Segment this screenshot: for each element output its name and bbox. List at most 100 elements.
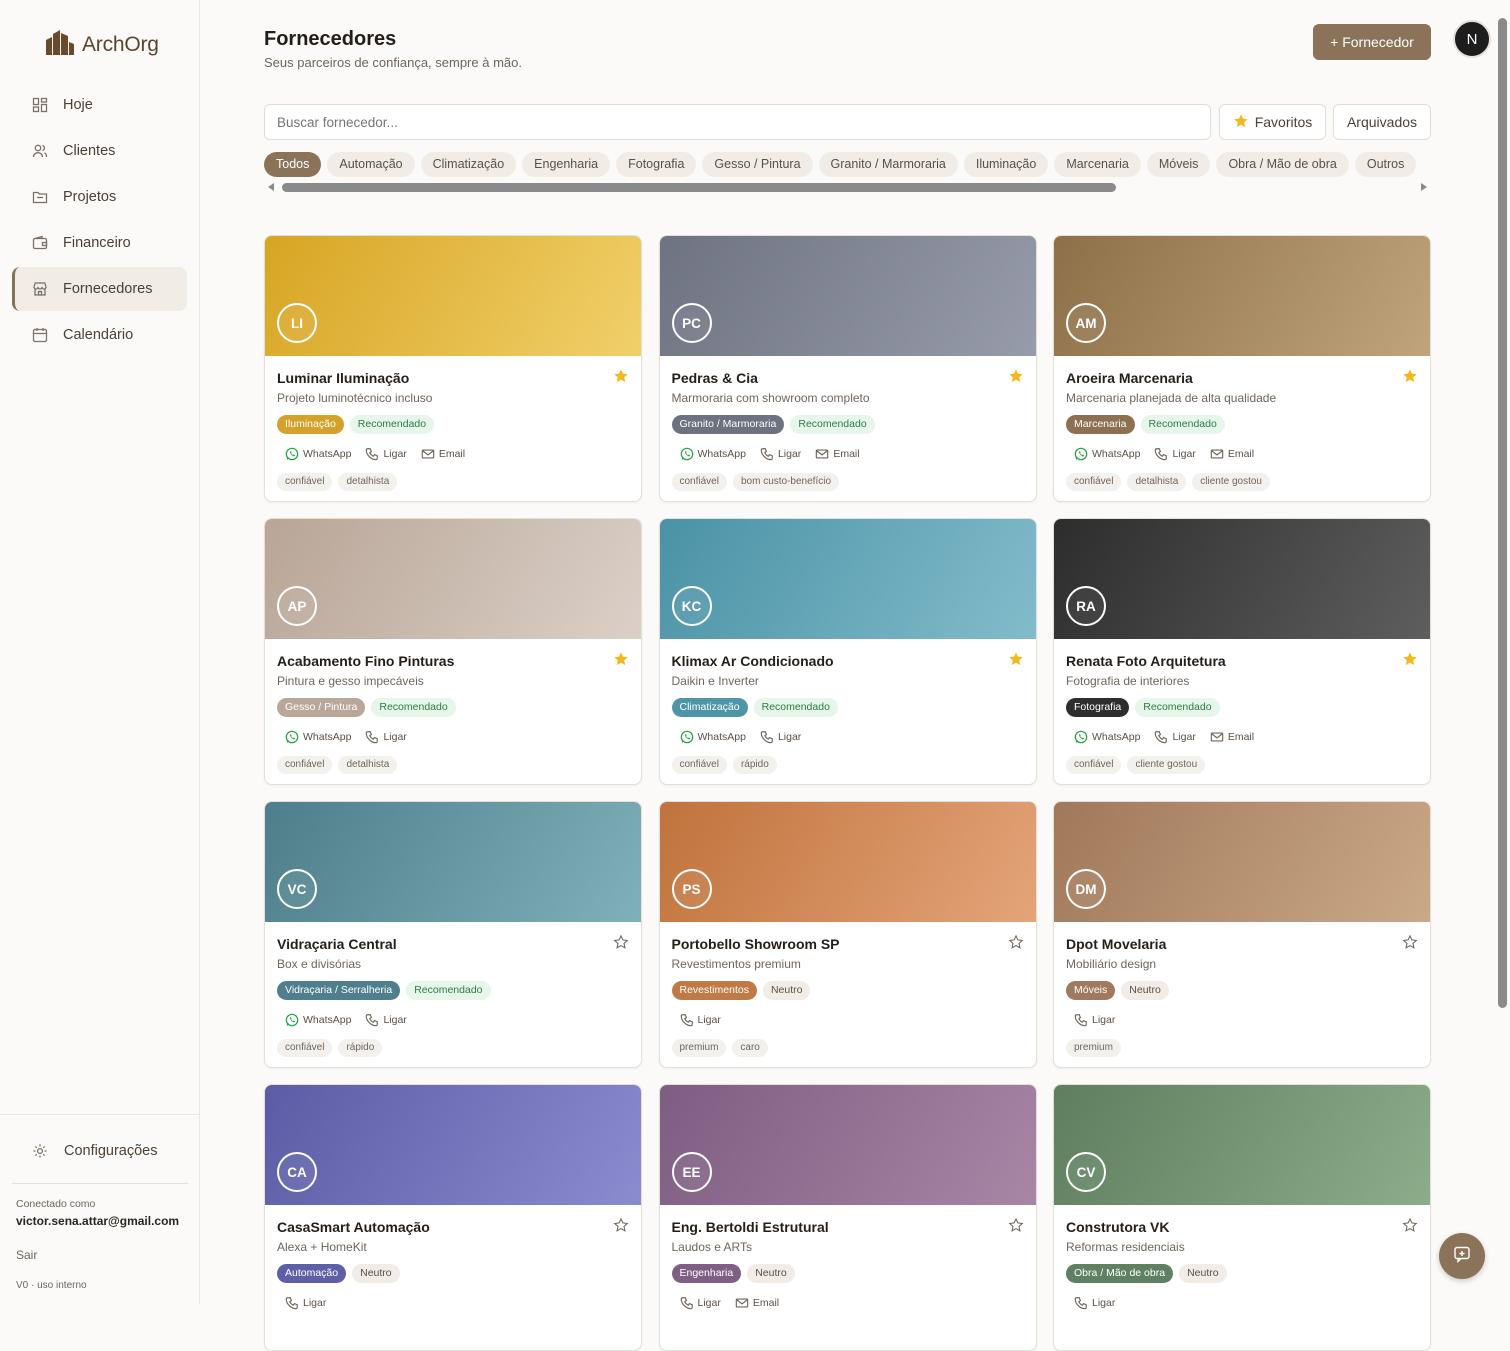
whatsapp-contact-button[interactable]: WhatsApp — [680, 445, 746, 463]
call-contact-button[interactable]: Ligar — [285, 1294, 326, 1312]
call-contact-button[interactable]: Ligar — [365, 1011, 407, 1029]
email-icon — [421, 447, 435, 461]
category-chip[interactable]: Engenharia — [522, 152, 611, 177]
supplier-name[interactable]: CasaSmart Automação — [277, 1219, 629, 1238]
category-chip[interactable]: Marcenaria — [1054, 152, 1141, 177]
scroll-left-icon[interactable] — [268, 183, 274, 191]
call-contact-button[interactable]: Ligar — [1074, 1294, 1115, 1312]
whatsapp-contact-button[interactable]: WhatsApp — [680, 728, 746, 746]
favorites-filter-button[interactable]: Favoritos — [1219, 104, 1326, 140]
call-contact-button[interactable]: Ligar — [365, 445, 407, 463]
email-contact-button[interactable]: Email — [1210, 445, 1254, 463]
favorite-star-icon[interactable] — [1008, 934, 1024, 950]
note-tag: cliente gostou — [1127, 756, 1206, 774]
call-contact-button[interactable]: Ligar — [1154, 445, 1196, 463]
sidebar-item-clientes[interactable]: Clientes — [12, 129, 187, 173]
email-icon — [1210, 730, 1224, 744]
call-contact-button[interactable]: Ligar — [1154, 728, 1196, 746]
favorite-star-icon[interactable] — [613, 368, 629, 384]
supplier-name[interactable]: Construtora VK — [1066, 1219, 1418, 1238]
supplier-name[interactable]: Acabamento Fino Pinturas — [277, 653, 629, 672]
supplier-card[interactable]: AM Aroeira Marcenaria Marcenaria planejada… — [1053, 235, 1431, 502]
logout-link[interactable]: Sair — [16, 1248, 200, 1262]
call-contact-button[interactable]: Ligar — [760, 728, 801, 746]
supplier-name[interactable]: Luminar Iluminação — [277, 370, 629, 389]
favorite-star-icon[interactable] — [613, 1217, 629, 1233]
call-contact-button[interactable]: Ligar — [1074, 1011, 1115, 1029]
sidebar-item-projetos[interactable]: Projetos — [12, 175, 187, 219]
call-contact-button[interactable]: Ligar — [365, 728, 407, 746]
call-contact-button[interactable]: Ligar — [760, 445, 801, 463]
favorite-star-icon[interactable] — [1402, 368, 1418, 384]
sidebar-item-calendario[interactable]: Calendário — [12, 313, 187, 357]
category-chip[interactable]: Obra / Mão de obra — [1216, 152, 1349, 177]
supplier-name[interactable]: Renata Foto Arquitetura — [1066, 653, 1418, 672]
scrollbar-thumb[interactable] — [282, 183, 1116, 192]
favorite-star-icon[interactable] — [1402, 1217, 1418, 1233]
category-chip[interactable]: Fotografia — [616, 152, 697, 177]
favorite-star-icon[interactable] — [1008, 368, 1024, 384]
whatsapp-icon — [680, 447, 694, 461]
supplier-card[interactable]: AP Acabamento Fino Pinturas Pintura e gess… — [264, 518, 642, 785]
contact-actions: Ligar — [277, 1294, 629, 1312]
category-chip[interactable]: Todos — [264, 152, 322, 177]
feedback-button[interactable] — [1439, 1233, 1485, 1279]
supplier-name[interactable]: Aroeira Marcenaria — [1066, 370, 1418, 389]
category-chip[interactable]: Móveis — [1146, 152, 1211, 177]
supplier-card[interactable]: KC Klimax Ar Condicionado Daikin e Inverte… — [658, 518, 1037, 785]
supplier-name[interactable]: Pedras & Cia — [672, 370, 1024, 389]
supplier-card[interactable]: DM Dpot Movelaria Mobiliário design Móveis N… — [1053, 801, 1431, 1068]
supplier-name[interactable]: Vidraçaria Central — [277, 936, 629, 955]
supplier-name[interactable]: Dpot Movelaria — [1066, 936, 1418, 955]
whatsapp-contact-button[interactable]: WhatsApp — [285, 1011, 351, 1029]
supplier-card[interactable]: LI Luminar Iluminação Projeto luminotécnic… — [264, 235, 642, 502]
supplier-card[interactable]: CA CasaSmart Automação Alexa + HomeKit Auto… — [264, 1084, 642, 1351]
email-contact-button[interactable]: Email — [1210, 728, 1254, 746]
email-contact-button[interactable]: Email — [421, 445, 465, 463]
email-contact-button[interactable]: Email — [815, 445, 860, 463]
whatsapp-contact-button[interactable]: WhatsApp — [285, 728, 351, 746]
add-supplier-button[interactable]: + Fornecedor — [1313, 24, 1431, 60]
whatsapp-contact-button[interactable]: WhatsApp — [1074, 445, 1140, 463]
category-chip[interactable]: Gesso / Pintura — [702, 152, 813, 177]
supplier-card[interactable]: EE Eng. Bertoldi Estrutural Laudos e ARTs E… — [658, 1084, 1037, 1351]
category-chip[interactable]: Iluminação — [963, 152, 1049, 177]
logo[interactable]: ArchOrg — [44, 28, 159, 61]
favorite-star-icon[interactable] — [613, 651, 629, 667]
contact-label: Email — [438, 448, 466, 460]
supplier-card[interactable]: CV Construtora VK Reformas residenciais Obr… — [1053, 1084, 1431, 1351]
category-chip[interactable]: Climatização — [420, 152, 517, 177]
supplier-card[interactable]: PC Pedras & Cia Marmoraria com showroom co… — [658, 235, 1037, 502]
call-contact-button[interactable]: Ligar — [680, 1294, 721, 1312]
category-chip[interactable]: Outros — [1354, 152, 1417, 177]
supplier-card[interactable]: PS Portobello Showroom SP Revestimentos pr… — [658, 801, 1037, 1068]
supplier-name[interactable]: Klimax Ar Condicionado — [672, 653, 1024, 672]
favorite-star-icon[interactable] — [1008, 651, 1024, 667]
scroll-right-icon[interactable] — [1421, 183, 1427, 191]
contact-label: WhatsApp — [1092, 731, 1141, 743]
whatsapp-contact-button[interactable]: WhatsApp — [285, 445, 351, 463]
sidebar-item-hoje[interactable]: Hoje — [12, 83, 187, 127]
supplier-card[interactable]: VC Vidraçaria Central Box e divisórias Vidr… — [264, 801, 642, 1068]
sidebar-item-financeiro[interactable]: Financeiro — [12, 221, 187, 265]
whatsapp-contact-button[interactable]: WhatsApp — [1074, 728, 1140, 746]
note-tag: confiável — [277, 1039, 333, 1057]
category-chip[interactable]: Granito / Marmoraria — [818, 152, 958, 177]
supplier-card[interactable]: RA Renata Foto Arquitetura Fotografia de i… — [1053, 518, 1431, 785]
settings-link[interactable]: Configurações — [32, 1143, 200, 1159]
email-contact-button[interactable]: Email — [735, 1294, 779, 1312]
user-avatar[interactable]: N — [1453, 20, 1491, 58]
favorite-star-icon[interactable] — [1402, 934, 1418, 950]
favorite-star-icon[interactable] — [613, 934, 629, 950]
supplier-name[interactable]: Eng. Bertoldi Estrutural — [672, 1219, 1024, 1238]
call-contact-button[interactable]: Ligar — [680, 1011, 721, 1029]
category-scrollbar[interactable] — [264, 180, 1431, 194]
favorite-star-icon[interactable] — [1402, 651, 1418, 667]
sidebar-item-fornecedores[interactable]: Fornecedores — [12, 267, 187, 311]
page-scrollbar[interactable] — [1498, 18, 1507, 1008]
supplier-name[interactable]: Portobello Showroom SP — [672, 936, 1024, 955]
search-input[interactable] — [264, 104, 1211, 140]
category-chip[interactable]: Automação — [327, 152, 415, 177]
archived-filter-button[interactable]: Arquivados — [1333, 104, 1431, 140]
favorite-star-icon[interactable] — [1008, 1217, 1024, 1233]
